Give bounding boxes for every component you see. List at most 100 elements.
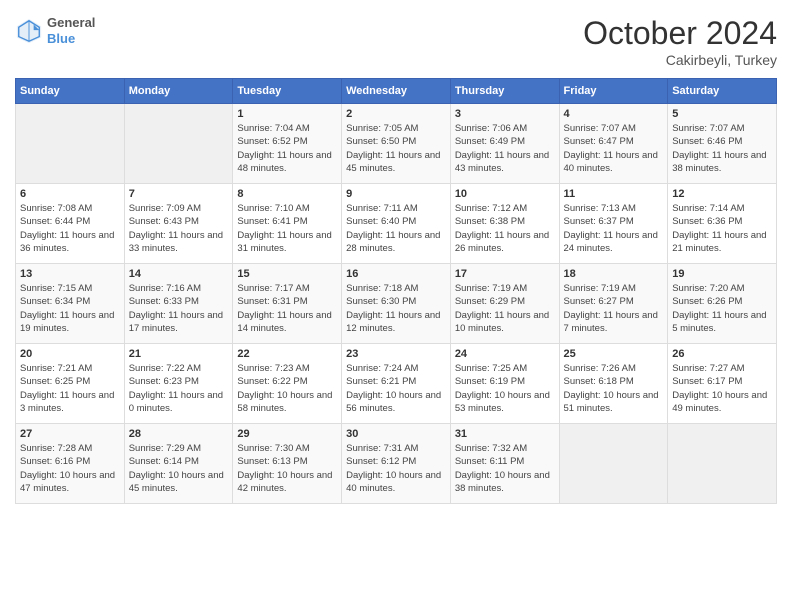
cell-content: Sunrise: 7:06 AMSunset: 6:49 PMDaylight:…	[455, 122, 555, 175]
cell-content: Sunrise: 7:23 AMSunset: 6:22 PMDaylight:…	[237, 362, 337, 415]
logo-line2: Blue	[47, 31, 95, 47]
calendar-cell: 25 Sunrise: 7:26 AMSunset: 6:18 PMDayligh…	[559, 344, 668, 424]
day-number: 2	[346, 108, 446, 120]
day-number: 14	[129, 268, 229, 280]
day-number: 19	[672, 268, 772, 280]
cell-content: Sunrise: 7:31 AMSunset: 6:12 PMDaylight:…	[346, 442, 446, 495]
cell-content: Sunrise: 7:11 AMSunset: 6:40 PMDaylight:…	[346, 202, 446, 255]
cell-content: Sunrise: 7:04 AMSunset: 6:52 PMDaylight:…	[237, 122, 337, 175]
calendar-cell: 7 Sunrise: 7:09 AMSunset: 6:43 PMDaylight…	[124, 184, 233, 264]
logo: General Blue	[15, 15, 95, 46]
cell-content: Sunrise: 7:22 AMSunset: 6:23 PMDaylight:…	[129, 362, 229, 415]
calendar-cell: 15 Sunrise: 7:17 AMSunset: 6:31 PMDayligh…	[233, 264, 342, 344]
logo-text: General Blue	[47, 15, 95, 46]
cell-content: Sunrise: 7:09 AMSunset: 6:43 PMDaylight:…	[129, 202, 229, 255]
day-number: 23	[346, 348, 446, 360]
calendar-cell: 14 Sunrise: 7:16 AMSunset: 6:33 PMDayligh…	[124, 264, 233, 344]
calendar-cell: 2Sunrise: 7:05 AMSunset: 6:50 PMDaylight…	[342, 104, 451, 184]
cell-content: Sunrise: 7:27 AMSunset: 6:17 PMDaylight:…	[672, 362, 772, 415]
logo-line1: General	[47, 15, 95, 31]
cell-content: Sunrise: 7:15 AMSunset: 6:34 PMDaylight:…	[20, 282, 120, 335]
day-number: 30	[346, 428, 446, 440]
day-number: 7	[129, 188, 229, 200]
page-header: General Blue October 2024 Cakirbeyli, Tu…	[15, 15, 777, 68]
calendar-cell: 24Sunrise: 7:25 AMSunset: 6:19 PMDayligh…	[450, 344, 559, 424]
calendar-cell: 6 Sunrise: 7:08 AMSunset: 6:44 PMDaylight…	[16, 184, 125, 264]
calendar-cell: 16 Sunrise: 7:18 AMSunset: 6:30 PMDayligh…	[342, 264, 451, 344]
calendar-week-row: 27 Sunrise: 7:28 AMSunset: 6:16 PMDayligh…	[16, 424, 777, 504]
cell-content: Sunrise: 7:18 AMSunset: 6:30 PMDaylight:…	[346, 282, 446, 335]
day-number: 10	[455, 188, 555, 200]
calendar-cell: 4 Sunrise: 7:07 AMSunset: 6:47 PMDaylight…	[559, 104, 668, 184]
location-title: Cakirbeyli, Turkey	[583, 52, 777, 68]
calendar-cell: 30 Sunrise: 7:31 AMSunset: 6:12 PMDayligh…	[342, 424, 451, 504]
day-number: 25	[564, 348, 664, 360]
day-number: 17	[455, 268, 555, 280]
day-number: 15	[237, 268, 337, 280]
day-number: 4	[564, 108, 664, 120]
calendar-cell: 27 Sunrise: 7:28 AMSunset: 6:16 PMDayligh…	[16, 424, 125, 504]
calendar-cell	[559, 424, 668, 504]
cell-content: Sunrise: 7:13 AMSunset: 6:37 PMDaylight:…	[564, 202, 664, 255]
calendar-week-row: 1Sunrise: 7:04 AMSunset: 6:52 PMDaylight…	[16, 104, 777, 184]
day-number: 26	[672, 348, 772, 360]
col-header-thursday: Thursday	[450, 79, 559, 104]
cell-content: Sunrise: 7:30 AMSunset: 6:13 PMDaylight:…	[237, 442, 337, 495]
day-number: 8	[237, 188, 337, 200]
cell-content: Sunrise: 7:12 AMSunset: 6:38 PMDaylight:…	[455, 202, 555, 255]
cell-content: Sunrise: 7:28 AMSunset: 6:16 PMDaylight:…	[20, 442, 120, 495]
col-header-monday: Monday	[124, 79, 233, 104]
month-title: October 2024	[583, 15, 777, 52]
day-number: 6	[20, 188, 120, 200]
col-header-friday: Friday	[559, 79, 668, 104]
calendar-cell: 10 Sunrise: 7:12 AMSunset: 6:38 PMDayligh…	[450, 184, 559, 264]
calendar-cell: 23Sunrise: 7:24 AMSunset: 6:21 PMDayligh…	[342, 344, 451, 424]
calendar-cell: 29 Sunrise: 7:30 AMSunset: 6:13 PMDayligh…	[233, 424, 342, 504]
calendar-cell: 31 Sunrise: 7:32 AMSunset: 6:11 PMDayligh…	[450, 424, 559, 504]
day-number: 13	[20, 268, 120, 280]
calendar-cell	[124, 104, 233, 184]
cell-content: Sunrise: 7:16 AMSunset: 6:33 PMDaylight:…	[129, 282, 229, 335]
day-number: 11	[564, 188, 664, 200]
calendar-cell: 18Sunrise: 7:19 AMSunset: 6:27 PMDayligh…	[559, 264, 668, 344]
cell-content: Sunrise: 7:25 AMSunset: 6:19 PMDaylight:…	[455, 362, 555, 415]
col-header-tuesday: Tuesday	[233, 79, 342, 104]
cell-content: Sunrise: 7:07 AMSunset: 6:46 PMDaylight:…	[672, 122, 772, 175]
calendar-cell: 9Sunrise: 7:11 AMSunset: 6:40 PMDaylight…	[342, 184, 451, 264]
calendar-cell: 19Sunrise: 7:20 AMSunset: 6:26 PMDayligh…	[668, 264, 777, 344]
calendar-cell: 13 Sunrise: 7:15 AMSunset: 6:34 PMDayligh…	[16, 264, 125, 344]
calendar-cell: 1Sunrise: 7:04 AMSunset: 6:52 PMDaylight…	[233, 104, 342, 184]
calendar-cell: 22 Sunrise: 7:23 AMSunset: 6:22 PMDayligh…	[233, 344, 342, 424]
day-number: 5	[672, 108, 772, 120]
cell-content: Sunrise: 7:08 AMSunset: 6:44 PMDaylight:…	[20, 202, 120, 255]
cell-content: Sunrise: 7:14 AMSunset: 6:36 PMDaylight:…	[672, 202, 772, 255]
day-number: 31	[455, 428, 555, 440]
calendar-cell: 21Sunrise: 7:22 AMSunset: 6:23 PMDayligh…	[124, 344, 233, 424]
calendar-cell: 26 Sunrise: 7:27 AMSunset: 6:17 PMDayligh…	[668, 344, 777, 424]
title-block: October 2024 Cakirbeyli, Turkey	[583, 15, 777, 68]
cell-content: Sunrise: 7:32 AMSunset: 6:11 PMDaylight:…	[455, 442, 555, 495]
calendar-table: SundayMondayTuesdayWednesdayThursdayFrid…	[15, 78, 777, 504]
cell-content: Sunrise: 7:29 AMSunset: 6:14 PMDaylight:…	[129, 442, 229, 495]
cell-content: Sunrise: 7:10 AMSunset: 6:41 PMDaylight:…	[237, 202, 337, 255]
day-number: 22	[237, 348, 337, 360]
calendar-cell	[668, 424, 777, 504]
col-header-wednesday: Wednesday	[342, 79, 451, 104]
calendar-header-row: SundayMondayTuesdayWednesdayThursdayFrid…	[16, 79, 777, 104]
cell-content: Sunrise: 7:26 AMSunset: 6:18 PMDaylight:…	[564, 362, 664, 415]
calendar-cell	[16, 104, 125, 184]
calendar-cell: 3Sunrise: 7:06 AMSunset: 6:49 PMDaylight…	[450, 104, 559, 184]
cell-content: Sunrise: 7:19 AMSunset: 6:27 PMDaylight:…	[564, 282, 664, 335]
day-number: 12	[672, 188, 772, 200]
day-number: 29	[237, 428, 337, 440]
day-number: 27	[20, 428, 120, 440]
calendar-week-row: 6 Sunrise: 7:08 AMSunset: 6:44 PMDaylight…	[16, 184, 777, 264]
day-number: 20	[20, 348, 120, 360]
cell-content: Sunrise: 7:17 AMSunset: 6:31 PMDaylight:…	[237, 282, 337, 335]
calendar-cell: 5 Sunrise: 7:07 AMSunset: 6:46 PMDaylight…	[668, 104, 777, 184]
calendar-week-row: 20Sunrise: 7:21 AMSunset: 6:25 PMDayligh…	[16, 344, 777, 424]
cell-content: Sunrise: 7:07 AMSunset: 6:47 PMDaylight:…	[564, 122, 664, 175]
calendar-week-row: 13 Sunrise: 7:15 AMSunset: 6:34 PMDayligh…	[16, 264, 777, 344]
day-number: 16	[346, 268, 446, 280]
col-header-sunday: Sunday	[16, 79, 125, 104]
